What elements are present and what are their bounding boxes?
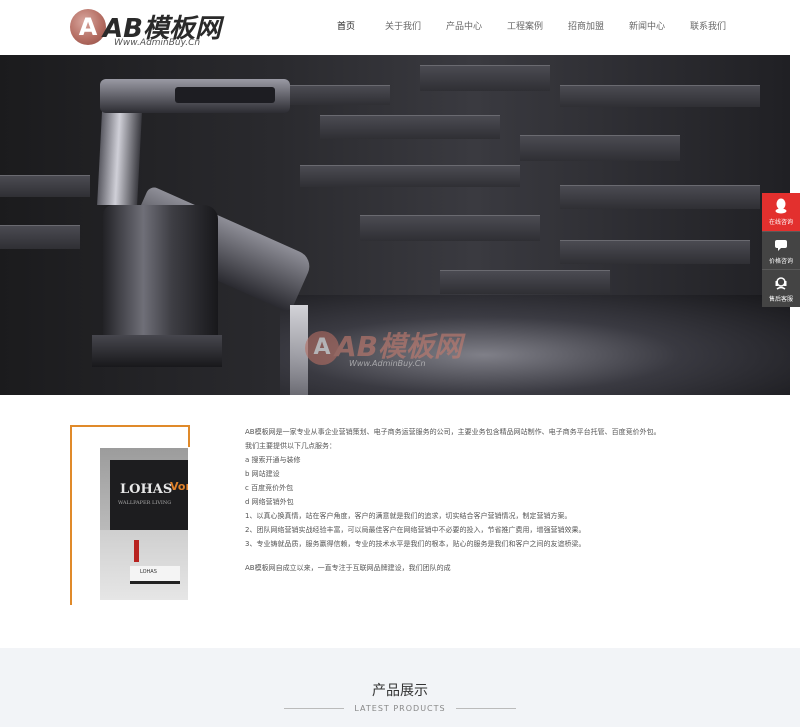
about-line: a 搜索开通与装修 [245, 456, 301, 464]
about-text: AB模板网是一家专业从事企业营销策划、电子商务运营服务的公司，主要业务包含精品网… [245, 425, 765, 575]
nav-item-about[interactable]: 关于我们 [372, 0, 434, 55]
logo-mark-letter: A [78, 13, 98, 41]
store-brand-sub: WALLPAPER LIVING [118, 500, 172, 506]
float-item-label: 价格咨询 [768, 258, 793, 265]
banner-slate [560, 185, 760, 209]
qq-icon [775, 198, 787, 214]
watermark-mark-letter: A [313, 335, 331, 360]
store-brand-side: Vone [170, 480, 188, 493]
headset-icon [775, 277, 787, 290]
nav-item-products[interactable]: 产品中心 [434, 0, 494, 55]
store-brand: LOHAS [120, 482, 173, 497]
nav-item-home[interactable]: 首页 [320, 0, 372, 55]
banner-slate [360, 215, 540, 241]
about-line: 3、专业铸就品质，服务赢得信赖，专业的技术水平是我们的根本，贴心的服务是我们和客… [245, 540, 586, 548]
watermark-subtitle: Www.AdminBuy.Cn [349, 359, 426, 368]
about-line: AB模板网是一家专业从事企业营销策划、电子商务运营服务的公司，主要业务包含精品网… [245, 428, 661, 436]
site-logo[interactable]: A AB模板网 Www.AdminBuy.Cn [70, 8, 230, 48]
banner-slate [560, 240, 750, 264]
logo-subtitle: Www.AdminBuy.Cn [114, 38, 201, 48]
about-spacer [245, 551, 765, 561]
store-counter-text: LOHAS [140, 569, 157, 575]
float-item-label: 在线咨询 [768, 219, 793, 226]
banner-slate [560, 85, 760, 107]
banner-slate [420, 65, 550, 91]
faucet-handle-opening [175, 87, 275, 103]
main-nav: 首页 关于我们 产品中心 工程案例 招商加盟 新闻中心 联系我们 [320, 0, 738, 55]
products-subtitle-row: LATEST PRODUCTS [0, 704, 800, 713]
float-price-consult[interactable]: 价格咨询 [762, 231, 800, 269]
store-floor [100, 530, 188, 600]
faucet-base [92, 335, 222, 367]
divider-left [284, 708, 345, 709]
site-header: A AB模板网 Www.AdminBuy.Cn 首页 关于我们 产品中心 工程案… [0, 0, 800, 55]
banner-slate [520, 135, 680, 161]
float-online-consult[interactable]: 在线咨询 [762, 193, 800, 231]
banner-slate [0, 225, 80, 249]
about-line: c 百度竞价外包 [245, 484, 294, 492]
about-line: 2、团队网络营销实战经验丰富，可以局最佳客户在网络营销中不必要的投入，节省推广费… [245, 526, 586, 534]
nav-item-news[interactable]: 新闻中心 [616, 0, 678, 55]
nav-item-franchise[interactable]: 招商加盟 [556, 0, 616, 55]
nav-item-cases[interactable]: 工程案例 [494, 0, 556, 55]
banner-slate [440, 270, 610, 294]
hero-banner[interactable]: A AB模板网 Www.AdminBuy.Cn [0, 55, 790, 395]
chat-icon [775, 240, 787, 251]
about-line: 我们主要提供以下几点服务： [245, 442, 336, 450]
banner-slate [300, 165, 520, 187]
watermark-mark: A [305, 331, 339, 365]
about-line: 1、以真心换真情，站在客户角度，客户的满意就是我们的追求，切实结合客户营销情况，… [245, 512, 572, 520]
float-item-label: 售后客服 [768, 296, 793, 303]
products-subtitle: LATEST PRODUCTS [354, 704, 446, 713]
divider-right [455, 708, 516, 709]
logo-mark: A [70, 9, 106, 45]
about-line: d 网络营销外包 [245, 498, 294, 506]
about-image[interactable]: LOHAS WALLPAPER LIVING Vone LOHAS [100, 448, 188, 600]
banner-watermark: A AB模板网 Www.AdminBuy.Cn [305, 323, 505, 383]
store-sign: LOHAS WALLPAPER LIVING Vone [110, 460, 188, 530]
banner-slate [0, 175, 90, 197]
store-display [134, 540, 139, 562]
floating-contact-bar: 在线咨询 价格咨询 售后客服 [762, 193, 800, 307]
about-line: b 网站建设 [245, 470, 280, 478]
nav-item-contact[interactable]: 联系我们 [678, 0, 738, 55]
about-closing: AB模板网自成立以来，一直专注于互联网品牌建设，我们团队的成 [245, 564, 451, 572]
store-counter: LOHAS [130, 566, 180, 584]
faucet-body [103, 205, 218, 355]
banner-slate [320, 115, 500, 139]
float-after-sales[interactable]: 售后客服 [762, 269, 800, 307]
frame-corner [188, 427, 190, 447]
products-title: 产品展示 [372, 683, 428, 699]
